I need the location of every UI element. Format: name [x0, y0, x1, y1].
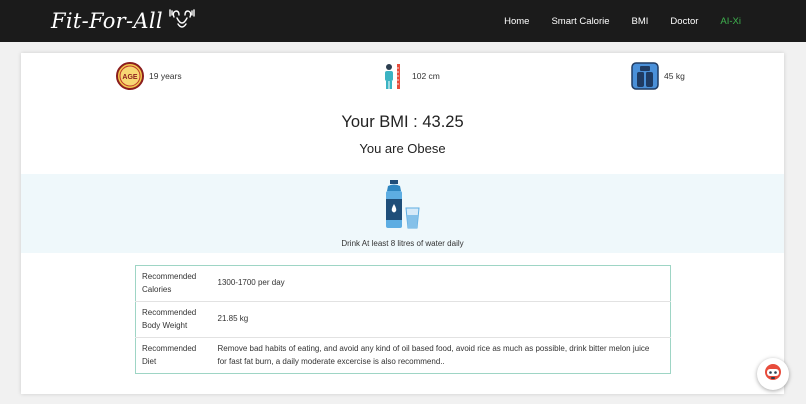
navbar: Fit-For-All Home Smart Calorie BMI Docto…	[0, 0, 806, 42]
recommendation-value: 1300-1700 per day	[217, 278, 285, 288]
height-value: 102 cm	[412, 71, 440, 81]
age-value: 19 years	[149, 71, 182, 81]
table-row: Recommended Body Weight 21.85 kg	[135, 301, 671, 338]
age-badge-icon: AGE	[116, 62, 144, 90]
height-measure-icon	[379, 62, 407, 90]
table-row: Recommended Calories 1300-1700 per day	[136, 266, 671, 302]
table-row: Recommended Diet Remove bad habits of ea…	[135, 337, 671, 374]
chatbot-button[interactable]	[757, 358, 789, 390]
flexing-arm-icon	[167, 8, 197, 34]
nav-menu: Home Smart Calorie BMI Doctor AI-Xi	[482, 0, 741, 42]
height-stat: 102 cm	[379, 62, 440, 90]
weighing-scale-icon	[631, 62, 659, 90]
nav-bmi[interactable]: BMI	[632, 16, 649, 27]
recommendation-label: Recommended Diet	[135, 337, 212, 374]
bmi-result-card: AGE 19 years 102 cm 45 kg Your BMI: 43.…	[21, 53, 784, 394]
recommendation-label: Recommended Calories	[142, 272, 197, 294]
recommendation-value: Remove bad habits of eating, and avoid a…	[211, 337, 671, 374]
bmi-status-text: You are Obese	[359, 141, 446, 156]
bmi-value-heading: Your BMI : 43.25	[341, 113, 464, 131]
recommendations-table: Recommended Calories 1300-1700 per day R…	[135, 265, 671, 374]
water-tip-caption: Drink At least 8 litres of water daily	[341, 239, 464, 248]
water-bottle-glass-icon	[383, 180, 423, 232]
weight-stat: 45 kg	[631, 62, 685, 90]
age-stat: AGE 19 years	[116, 62, 182, 90]
nav-smart-calorie[interactable]: Smart Calorie	[551, 16, 609, 27]
weight-value: 45 kg	[664, 71, 685, 81]
recommendation-label: Recommended Body Weight	[135, 301, 212, 338]
nav-doctor[interactable]: Doctor	[670, 16, 698, 27]
chatbot-icon	[763, 362, 783, 387]
recommendation-value: 21.85 kg	[211, 301, 671, 338]
brand-logo[interactable]: Fit-For-All	[51, 6, 197, 36]
svg-text:AGE: AGE	[122, 74, 138, 81]
nav-home[interactable]: Home	[504, 16, 529, 27]
brand-name: Fit-For-All	[51, 9, 163, 33]
water-tip-section: Drink At least 8 litres of water daily	[21, 174, 784, 253]
nav-ai-xi[interactable]: AI-Xi	[720, 16, 741, 27]
